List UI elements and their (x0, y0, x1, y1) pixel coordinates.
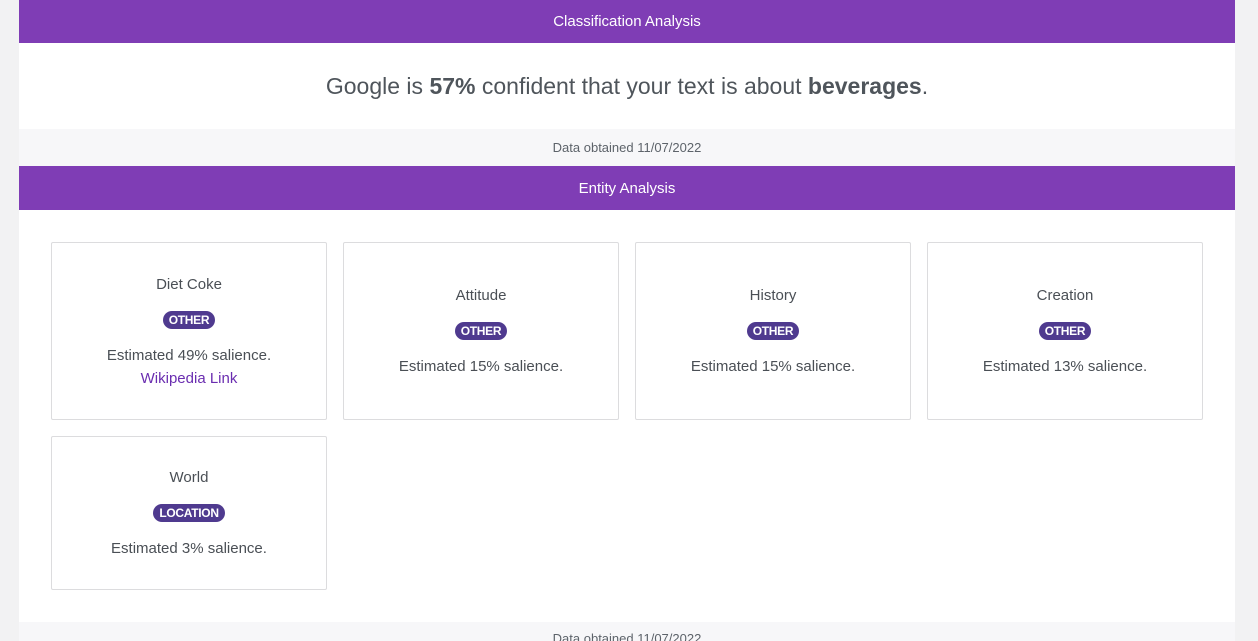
entity-name: Creation (1036, 287, 1094, 304)
entity-cards: Diet Coke OTHER Estimated 49% salience. … (19, 210, 1235, 622)
classification-prefix: Google is (325, 72, 430, 99)
entity-type-badge: OTHER (1038, 322, 1092, 340)
entity-card-world: World LOCATION Estimated 3% salience. (51, 436, 327, 590)
category-value: beverages (807, 72, 922, 99)
entity-type-badge: OTHER (162, 310, 216, 329)
entity-card-diet-coke: Diet Coke OTHER Estimated 49% salience. … (51, 242, 327, 420)
entity-header: Entity Analysis (19, 166, 1235, 210)
classification-header: Classification Analysis (19, 0, 1235, 43)
entity-name: Diet Coke (156, 275, 222, 293)
classification-middle: confident that your text is about (475, 72, 808, 99)
entity-salience: Estimated 3% salience. (111, 540, 267, 557)
classification-result: Google is 57% confident that your text i… (19, 43, 1235, 129)
entity-card-attitude: Attitude OTHER Estimated 15% salience. (343, 242, 619, 420)
entity-card-creation: Creation OTHER Estimated 13% salience. (927, 242, 1203, 420)
entity-name: Attitude (455, 287, 507, 304)
entity-name: History (749, 287, 797, 304)
entity-salience: Estimated 49% salience. (106, 346, 272, 364)
classification-date: Data obtained 11/07/2022 (552, 140, 702, 155)
entity-header-title: Entity Analysis (578, 179, 676, 197)
entity-card-history: History OTHER Estimated 15% salience. (635, 242, 911, 420)
entity-type-badge: OTHER (746, 322, 800, 340)
classification-footer: Data obtained 11/07/2022 (19, 129, 1235, 166)
analysis-panel: Classification Analysis Google is 57% co… (19, 0, 1235, 641)
entity-type-badge: LOCATION (153, 504, 225, 522)
entity-name: World (169, 469, 209, 486)
entity-salience: Estimated 13% salience. (982, 358, 1148, 375)
entity-date: Data obtained 11/07/2022 (552, 631, 702, 641)
classification-suffix: . (921, 72, 929, 99)
entity-salience: Estimated 15% salience. (398, 358, 564, 375)
entity-type-badge: OTHER (454, 322, 508, 340)
wikipedia-link[interactable]: Wikipedia Link (141, 370, 238, 387)
classification-header-title: Classification Analysis (553, 13, 701, 30)
entity-footer: Data obtained 11/07/2022 (19, 622, 1235, 641)
confidence-value: 57% (429, 72, 476, 99)
entity-salience: Estimated 15% salience. (690, 358, 856, 375)
